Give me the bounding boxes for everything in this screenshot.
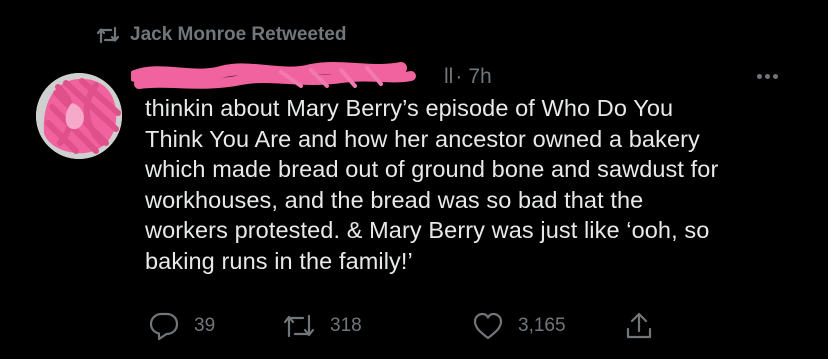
like-button[interactable]: 3,165 [472,309,566,343]
retweet-header[interactable]: Jack Monroe Retweeted [96,24,346,46]
tweet-actions: 39 318 3,165 [148,309,828,343]
like-count: 3,165 [518,315,566,336]
tweet-meta: ll · 7h [131,62,492,92]
more-options-icon[interactable] [757,66,778,86]
reply-icon [148,311,180,341]
handle-fragment[interactable]: ll [444,65,453,89]
tweet-text-line: thinkin about Mary Berry’s episode of Wh… [145,95,674,121]
retweet-icon [96,25,120,45]
like-icon [472,311,504,341]
reply-button[interactable]: 39 [148,309,215,343]
tweet-text: thinkin about Mary Berry’s episode of Wh… [145,93,805,276]
tweet-text-line: workhouses, and the bread was so bad tha… [145,186,644,213]
tweet-text-line: workers protested. & Mary Berry was just… [145,217,710,243]
avatar-redaction-scribble [36,73,122,159]
avatar[interactable] [36,73,122,159]
redacted-author-name[interactable] [131,62,444,92]
meta-separator: · [455,65,463,88]
tweet-text-line: baking runs in the family!’ [145,247,413,274]
tweet-text-line: which made bread out of ground bone and … [145,156,719,182]
share-icon [624,311,654,341]
retweet-button[interactable]: 318 [282,309,362,343]
reply-count: 39 [194,315,216,336]
share-button[interactable] [624,309,654,343]
tweet-timestamp[interactable]: 7h [468,65,491,89]
name-redaction-scribble [131,62,416,89]
tweet-text-line: Think You Are and how her ancestor owned… [145,125,700,152]
retweet-icon [282,311,316,341]
retweeted-by-label: Jack Monroe Retweeted [130,24,347,45]
retweet-count: 318 [330,315,362,336]
